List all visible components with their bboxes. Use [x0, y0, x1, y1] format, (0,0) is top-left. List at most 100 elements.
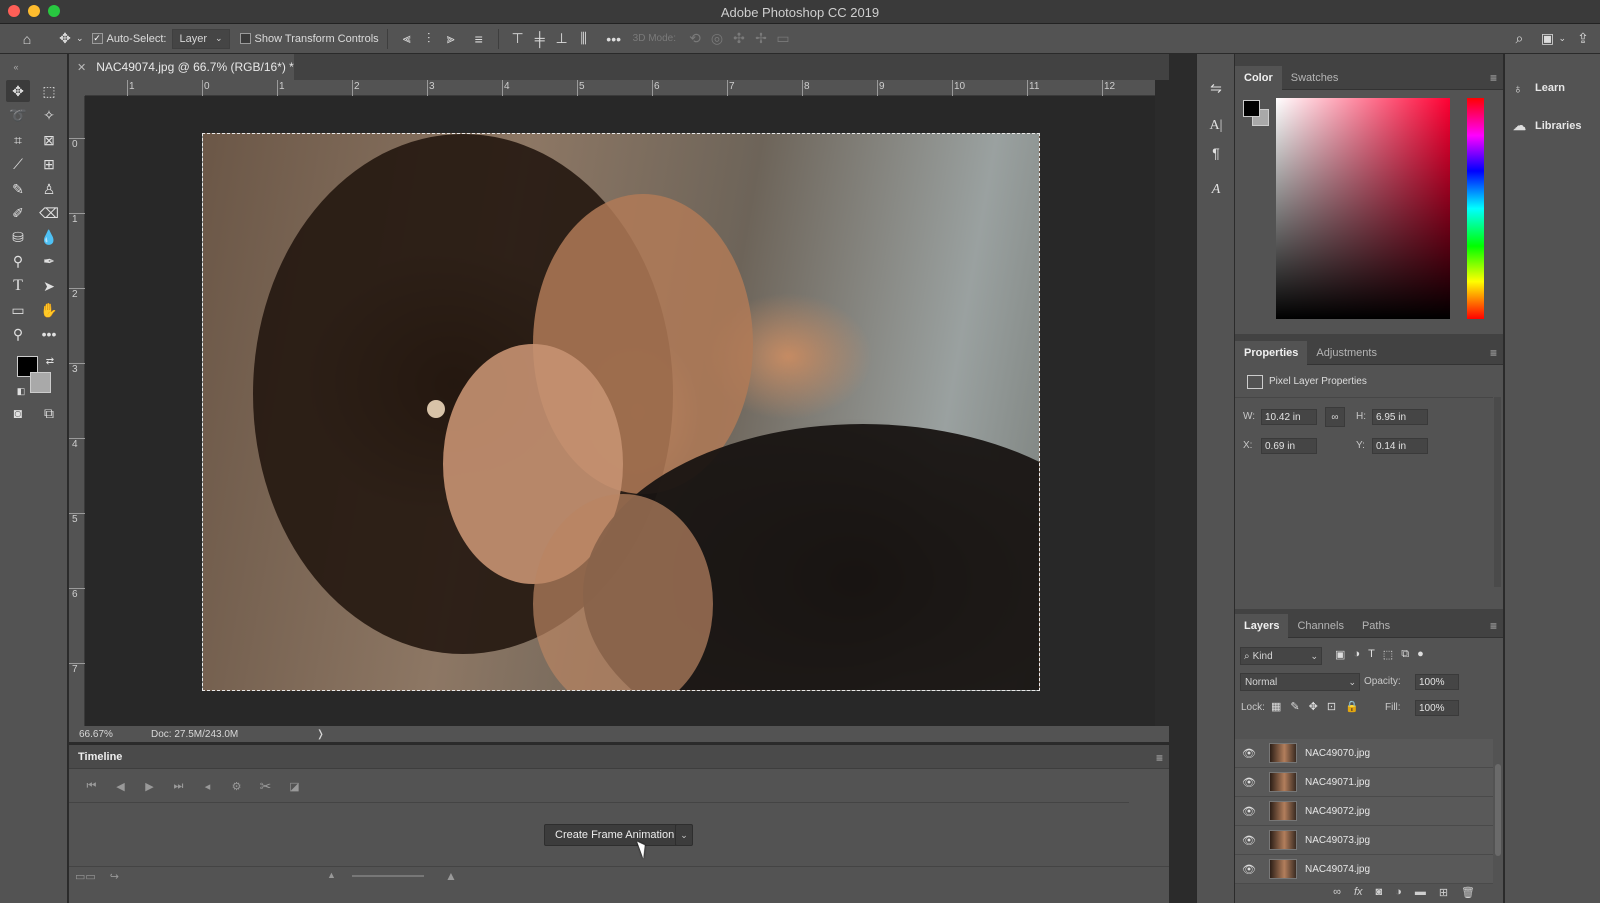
learn-panel-button[interactable]: ♁ Learn — [1513, 77, 1565, 99]
show-transform-controls-checkbox[interactable]: Show Transform Controls — [239, 24, 379, 54]
align-bottom-icon[interactable]: ⊥ — [551, 28, 573, 50]
quick-mask-icon[interactable]: ◙ — [6, 402, 30, 424]
tab-paths[interactable]: Paths — [1353, 614, 1399, 638]
zoom-in-icon[interactable]: ▲ — [445, 869, 457, 883]
audio-icon[interactable]: ◂ — [193, 776, 222, 798]
x-position-field[interactable]: 0.69 in — [1261, 438, 1317, 454]
background-color-swatch[interactable] — [30, 372, 51, 393]
paragraph-panel-icon[interactable]: ¶ — [1204, 142, 1228, 164]
auto-select-dropdown[interactable]: Layer ⌄ — [172, 28, 230, 49]
lock-artboard-icon[interactable]: ⊡ — [1327, 700, 1336, 713]
y-position-field[interactable]: 0.14 in — [1372, 438, 1428, 454]
filter-shape-icon[interactable]: ⬚ — [1383, 648, 1393, 661]
new-group-icon[interactable]: ▬ — [1415, 886, 1426, 898]
document-canvas[interactable] — [85, 96, 1155, 726]
panel-menu-icon[interactable]: ≡ — [1490, 619, 1497, 633]
tab-channels[interactable]: Channels — [1288, 614, 1352, 638]
tab-swatches[interactable]: Swatches — [1282, 66, 1348, 90]
lock-all-icon[interactable]: 🔒 — [1345, 700, 1359, 713]
move-tool-preset-icon[interactable]: ✥ — [54, 28, 76, 50]
height-field[interactable]: 6.95 in — [1372, 409, 1428, 425]
create-frame-animation-button[interactable]: Create Frame Animation — [544, 824, 686, 846]
next-frame-icon[interactable]: ⏭ — [164, 776, 193, 798]
align-middle-icon[interactable]: ╪ — [529, 28, 551, 50]
hue-slider[interactable] — [1467, 98, 1484, 319]
spot-healing-tool-icon[interactable]: ⊞ — [37, 153, 61, 175]
layer-row[interactable]: 👁 NAC49072.jpg — [1235, 797, 1493, 826]
visibility-eye-icon[interactable]: 👁 — [1235, 805, 1263, 818]
panel-menu-icon[interactable]: ≡ — [1156, 751, 1163, 765]
align-right-icon[interactable]: ⫸ — [440, 28, 462, 50]
previous-frame-icon[interactable]: ◀ — [106, 776, 135, 798]
visibility-eye-icon[interactable]: 👁 — [1235, 776, 1263, 789]
status-arrow-icon[interactable]: ❭ — [316, 729, 324, 740]
visibility-eye-icon[interactable]: 👁 — [1235, 834, 1263, 847]
layer-filter-dropdown[interactable]: ⌕ Kind ⌄ — [1240, 647, 1322, 665]
lock-transparent-icon[interactable]: ▦ — [1271, 700, 1281, 713]
dodge-tool-icon[interactable]: ⚲ — [6, 250, 30, 272]
distribute-vertical-icon[interactable]: ⫼ — [573, 28, 595, 50]
glyphs-panel-icon[interactable]: A — [1204, 179, 1228, 201]
collapse-arrows-icon[interactable]: « — [4, 56, 28, 78]
close-tab-icon[interactable]: ✕ — [77, 61, 86, 74]
color-panel-foreground-swatch[interactable] — [1243, 100, 1260, 117]
default-colors-icon[interactable]: ◧ — [9, 380, 33, 402]
split-scissors-icon[interactable]: ✂ — [251, 776, 280, 798]
paint-bucket-tool-icon[interactable]: ⛁ — [6, 226, 30, 248]
opacity-field[interactable]: 100% — [1415, 674, 1459, 690]
rectangle-tool-icon[interactable]: ▭ — [6, 299, 30, 321]
zoom-tool-icon[interactable]: ⚲ — [6, 323, 30, 345]
align-top-icon[interactable]: ⊤ — [507, 28, 529, 50]
timeline-zoom-slider[interactable] — [352, 875, 424, 877]
adjustment-layer-icon[interactable]: ◑ — [1395, 886, 1402, 898]
fill-field[interactable]: 100% — [1415, 700, 1459, 716]
eraser-tool-icon[interactable]: ⌫ — [37, 202, 61, 224]
layer-style-icon[interactable]: fx — [1354, 886, 1363, 898]
zoom-out-icon[interactable]: ▲ — [327, 870, 336, 880]
slide-3d-icon[interactable]: ✢ — [750, 28, 772, 50]
lasso-tool-icon[interactable]: ➰ — [6, 104, 30, 126]
align-left-icon[interactable]: ⫷ — [396, 28, 418, 50]
workspace-icon[interactable]: ▣ — [1536, 28, 1558, 50]
lock-image-icon[interactable]: ✎ — [1290, 700, 1299, 713]
crop-tool-icon[interactable]: ⌗ — [6, 129, 30, 151]
link-layers-icon[interactable]: ∞ — [1333, 886, 1341, 898]
swap-colors-icon[interactable]: ⇄ — [38, 350, 62, 372]
layer-row[interactable]: 👁 NAC49070.jpg — [1235, 739, 1493, 768]
width-field[interactable]: 10.42 in — [1261, 409, 1317, 425]
brush-tool-icon[interactable]: ✎ — [6, 178, 30, 200]
timeline-title[interactable]: Timeline — [78, 751, 122, 763]
marquee-tool-icon[interactable]: ⬚ — [37, 80, 61, 102]
orbit-3d-icon[interactable]: ⟲ — [684, 28, 706, 50]
clone-stamp-tool-icon[interactable]: ♙ — [37, 178, 61, 200]
filter-toggle-icon[interactable]: ● — [1417, 648, 1424, 661]
distribute-icon[interactable]: ≡ — [468, 28, 490, 50]
tab-adjustments[interactable]: Adjustments — [1307, 341, 1386, 365]
move-tool-icon[interactable]: ✥ — [6, 80, 30, 102]
frame-tool-icon[interactable]: ⊠ — [37, 129, 61, 151]
libraries-panel-button[interactable]: ☁ Libraries — [1513, 115, 1581, 137]
magic-wand-tool-icon[interactable]: ✧ — [37, 104, 61, 126]
animation-type-dropdown[interactable]: ⌄ — [675, 824, 693, 846]
chevron-down-icon[interactable]: ⌄ — [1558, 24, 1566, 54]
type-tool-icon[interactable]: T — [6, 275, 30, 297]
chevron-down-icon[interactable]: ⌄ — [76, 24, 84, 54]
screen-mode-icon[interactable]: ⧉ — [37, 402, 61, 424]
search-icon[interactable]: ⌕ — [1508, 28, 1530, 50]
add-mask-icon[interactable]: ◙ — [1376, 886, 1383, 898]
filter-adjustment-icon[interactable]: ◑ — [1353, 648, 1360, 661]
new-layer-icon[interactable]: ⊞ — [1439, 886, 1448, 899]
delete-layer-icon[interactable]: 🗑 — [1461, 886, 1475, 899]
layer-row[interactable]: 👁 NAC49074.jpg — [1235, 855, 1493, 884]
edit-toolbar-icon[interactable]: ••• — [37, 323, 61, 345]
blur-tool-icon[interactable]: 💧 — [37, 226, 61, 248]
history-brush-tool-icon[interactable]: ✐ — [6, 202, 30, 224]
tab-layers[interactable]: Layers — [1235, 613, 1289, 638]
share-icon[interactable]: ⇪ — [1572, 28, 1594, 50]
lock-position-icon[interactable]: ✥ — [1309, 700, 1318, 713]
play-icon[interactable]: ▶ — [135, 776, 164, 798]
convert-icon[interactable]: ↪ — [110, 870, 119, 883]
properties-scrollbar[interactable] — [1494, 397, 1501, 587]
filter-pixel-icon[interactable]: ▣ — [1335, 648, 1345, 661]
first-frame-icon[interactable]: ⏮ — [77, 776, 106, 798]
